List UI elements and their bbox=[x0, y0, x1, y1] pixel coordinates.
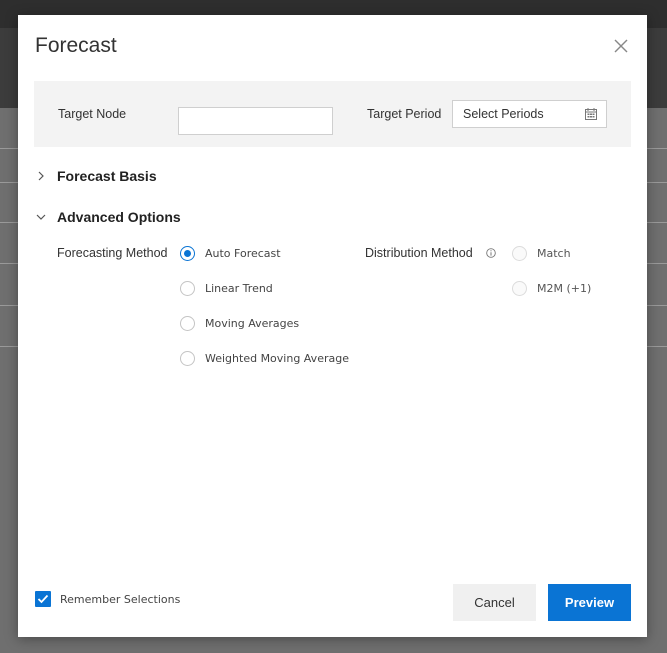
radio-button[interactable] bbox=[180, 281, 195, 296]
info-icon[interactable] bbox=[486, 248, 496, 258]
radio-label: Moving Averages bbox=[205, 317, 300, 330]
distribution-method-label: Distribution Method bbox=[365, 246, 473, 260]
radio-label: Auto Forecast bbox=[205, 247, 281, 260]
radio-button[interactable] bbox=[512, 281, 527, 296]
radio-button[interactable] bbox=[512, 246, 527, 261]
dialog-title: Forecast bbox=[35, 34, 117, 57]
remember-checkbox[interactable] bbox=[35, 591, 51, 607]
target-period-label: Target Period bbox=[367, 107, 442, 121]
close-icon[interactable] bbox=[614, 39, 628, 53]
cancel-button[interactable]: Cancel bbox=[453, 584, 536, 621]
radio-label: M2M (+1) bbox=[537, 282, 592, 295]
filter-panel: Target Node Target Period Select Periods bbox=[34, 81, 631, 147]
forecasting-method-label: Forecasting Method bbox=[57, 246, 168, 260]
checkmark-icon bbox=[37, 594, 49, 604]
target-node-label: Target Node bbox=[58, 107, 127, 121]
advanced-options-header[interactable]: Advanced Options bbox=[57, 209, 181, 225]
target-node-input[interactable] bbox=[178, 107, 333, 135]
radio-label: Match bbox=[537, 247, 571, 260]
chevron-right-icon[interactable] bbox=[35, 170, 47, 182]
radio-label: Weighted Moving Average bbox=[205, 352, 349, 365]
radio-button[interactable] bbox=[180, 246, 195, 261]
radio-label: Linear Trend bbox=[205, 282, 273, 295]
target-period-select[interactable]: Select Periods bbox=[452, 100, 607, 128]
calendar-icon bbox=[585, 108, 597, 120]
preview-button[interactable]: Preview bbox=[548, 584, 631, 621]
chevron-down-icon[interactable] bbox=[35, 211, 47, 223]
remember-label: Remember Selections bbox=[60, 593, 181, 606]
forecast-basis-header[interactable]: Forecast Basis bbox=[57, 168, 157, 184]
radio-button[interactable] bbox=[180, 351, 195, 366]
radio-button[interactable] bbox=[180, 316, 195, 331]
target-period-placeholder: Select Periods bbox=[463, 107, 544, 121]
forecast-dialog: Forecast Target Node Target Period Selec… bbox=[18, 15, 647, 637]
